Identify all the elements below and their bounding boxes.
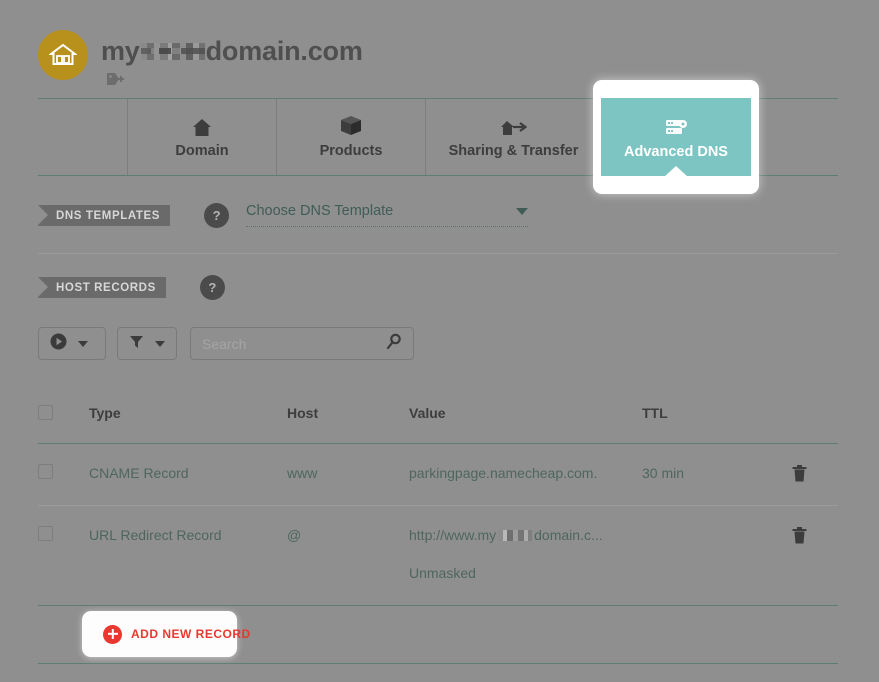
row-select-cell: [38, 464, 89, 479]
cell-actions: [792, 526, 838, 549]
cell-value: parkingpage.namecheap.com.: [409, 465, 598, 481]
plus-circle-icon: [103, 624, 122, 644]
tab-spacer: [38, 99, 128, 175]
cell-ttl: 30 min: [642, 465, 685, 481]
page-title: my domain.com: [101, 24, 363, 78]
question-mark-icon[interactable]: ?: [199, 275, 225, 300]
value-prefix: http://www.my: [409, 527, 497, 543]
tab-label-domain: Domain: [175, 143, 229, 160]
divider-below-add-record: [38, 663, 838, 664]
divider-above-add-record: [38, 605, 838, 606]
dns-template-select[interactable]: Choose DNS Template: [246, 203, 528, 227]
home-circle-icon: [38, 30, 88, 80]
cell-type: URL Redirect Record: [89, 527, 222, 543]
column-header-value: Value: [409, 404, 446, 421]
row-select-cell: [38, 526, 89, 541]
tab-tail-spacer: [766, 99, 838, 175]
domain-suffix: domain.com: [205, 36, 363, 66]
page-root: my domain.com Domain Products Sharing & …: [0, 0, 879, 682]
cell-value: http://www.my domain.c... Unmasked: [409, 526, 642, 582]
host-records-table: Type Host Value TTL CNAME Record www par…: [38, 382, 838, 606]
cell-type: CNAME Record: [89, 465, 189, 481]
select-all-cell: [38, 405, 89, 420]
domain-redacted-block: [140, 42, 205, 60]
row-checkbox[interactable]: [38, 464, 53, 479]
value-redacted-block: [498, 530, 533, 541]
chevron-down-icon: [516, 207, 528, 215]
tab-label-advanced-dns: Advanced DNS: [624, 143, 728, 160]
question-mark-icon[interactable]: ?: [204, 203, 230, 228]
search-placeholder: Search: [202, 335, 247, 352]
cell-value-sub: Unmasked: [409, 565, 476, 581]
section-title-host-records: HOST RECORDS: [38, 277, 166, 298]
select-all-checkbox[interactable]: [38, 405, 53, 420]
cell-host: www: [287, 465, 318, 481]
tab-active-notch: [664, 166, 688, 177]
cell-actions: [792, 464, 838, 487]
row-checkbox[interactable]: [38, 526, 53, 541]
action-dropdown-button[interactable]: [38, 327, 106, 360]
column-header-type: Type: [89, 404, 121, 421]
house-arrow-icon: [500, 115, 527, 137]
cell-host: @: [287, 527, 302, 543]
domain-prefix: my: [101, 36, 140, 66]
chevron-down-icon: [78, 340, 88, 347]
value-suffix: domain.c...: [534, 527, 603, 543]
search-input[interactable]: Search: [190, 327, 414, 360]
section-title-dns-templates: DNS TEMPLATES: [38, 205, 171, 226]
page-header: my domain.com: [38, 24, 363, 85]
section-host-records: HOST RECORDS ?: [38, 275, 225, 300]
table-header-row: Type Host Value TTL: [38, 382, 838, 444]
tab-label-sharing-transfer: Sharing & Transfer: [448, 143, 579, 160]
tab-label-products: Products: [319, 143, 383, 160]
filter-dropdown-button[interactable]: [117, 327, 177, 360]
title-wrap: my domain.com: [101, 24, 363, 85]
server-gear-icon: [664, 115, 688, 137]
table-row[interactable]: URL Redirect Record @ http://www.my domai…: [38, 506, 838, 606]
divider-after-templates: [38, 253, 838, 254]
tab-products[interactable]: Products: [277, 99, 426, 175]
records-toolbar: Search: [38, 327, 414, 360]
tab-advanced-dns[interactable]: Advanced DNS: [601, 98, 751, 177]
home-icon: [192, 115, 212, 137]
box-icon: [340, 115, 362, 137]
column-header-ttl: TTL: [642, 404, 668, 421]
section-dns-templates: DNS TEMPLATES ?: [38, 203, 230, 228]
tag-plus-icon[interactable]: [105, 71, 127, 92]
table-row[interactable]: CNAME Record www parkingpage.namecheap.c…: [38, 444, 838, 506]
add-new-record-button[interactable]: ADD NEW RECORD: [82, 611, 250, 657]
search-icon[interactable]: [386, 333, 402, 354]
add-new-record-label: ADD NEW RECORD: [131, 627, 251, 641]
trash-icon[interactable]: [792, 526, 807, 549]
dns-template-value: Choose DNS Template: [246, 203, 394, 219]
trash-icon[interactable]: [792, 464, 807, 487]
funnel-icon: [129, 334, 144, 354]
play-circle-icon: [50, 333, 67, 355]
tab-sharing-transfer[interactable]: Sharing & Transfer: [426, 99, 602, 175]
tab-domain[interactable]: Domain: [128, 99, 277, 175]
column-header-host: Host: [287, 404, 319, 421]
chevron-down-icon: [155, 340, 165, 347]
cell-value-text: http://www.my domain.c...: [409, 526, 642, 544]
